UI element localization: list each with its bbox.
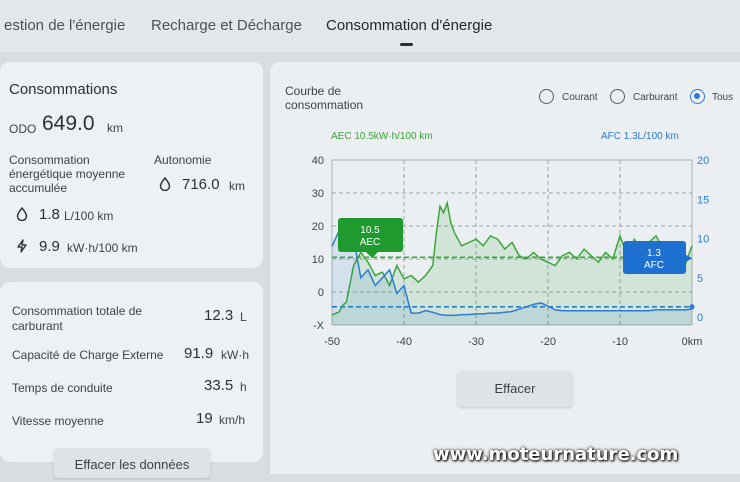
driving-time-unit: h <box>240 380 247 394</box>
driving-stats-card: Consommation totale de carburant 12.3 L … <box>0 282 263 462</box>
external-charge-unit: kW·h <box>221 348 249 362</box>
chart-title-1: Courbe de <box>285 84 342 98</box>
tab-energy-consumption[interactable]: Consommation d'énergie <box>326 17 492 34</box>
avg-speed-value: 19 <box>196 410 213 427</box>
lightning-icon <box>17 239 27 253</box>
radio-current[interactable] <box>539 89 554 104</box>
watermark-text: www.moteurnature.com <box>433 444 679 465</box>
tab-energy-management[interactable]: estion de l'énergie <box>4 17 125 34</box>
radio-fuel[interactable] <box>610 89 625 104</box>
odo-label: ODO <box>9 122 37 136</box>
avg-consumption-label-2: énergétique moyenne <box>9 167 126 181</box>
driving-time-value: 33.5 <box>204 377 234 394</box>
radio-fuel-label[interactable]: Carburant <box>633 92 677 103</box>
drop-icon <box>159 177 171 191</box>
radio-all-label[interactable]: Tous <box>712 92 733 103</box>
avg-fuel-unit: L/100 km <box>64 209 114 223</box>
driving-time-label: Temps de conduite <box>12 381 113 395</box>
external-charge-label: Capacité de Charge Externe <box>12 348 164 362</box>
odo-unit: km <box>107 121 123 135</box>
total-fuel-value: 12.3 <box>204 307 234 324</box>
avg-consumption-label-1: Consommation <box>9 153 90 167</box>
fuel-drop-icon <box>16 207 28 221</box>
clear-chart-button[interactable]: Effacer <box>457 371 573 407</box>
autonomy-unit: km <box>229 179 245 193</box>
avg-speed-unit: km/h <box>219 413 246 427</box>
chart-title-2: consommation <box>285 98 364 112</box>
radio-all[interactable] <box>690 89 705 104</box>
autonomy-label: Autonomie <box>154 153 212 167</box>
consumption-chart-card <box>270 62 740 474</box>
odo-value: 649.0 <box>42 112 95 135</box>
avg-electric-value: 9.9 <box>39 238 60 255</box>
radio-current-label[interactable]: Courant <box>562 92 598 103</box>
avg-speed-label: Vitesse moyenne <box>12 414 104 428</box>
avg-fuel-value: 1.8 <box>39 206 60 223</box>
total-fuel-unit: L <box>240 310 247 324</box>
tab-charge-discharge[interactable]: Recharge et Décharge <box>151 17 302 34</box>
total-fuel-label-1: Consommation totale de <box>12 304 143 318</box>
consumption-card: Consommations ODO 649.0 km Consommation … <box>0 62 263 268</box>
external-charge-value: 91.9 <box>184 345 214 362</box>
total-fuel-label-2: carburant <box>12 319 63 333</box>
active-tab-indicator <box>400 43 413 46</box>
avg-consumption-label-3: accumulée <box>9 181 68 195</box>
consumption-title: Consommations <box>9 81 118 98</box>
tab-bar: estion de l'énergie Recharge et Décharge… <box>0 0 740 52</box>
autonomy-value: 716.0 <box>182 176 220 193</box>
avg-electric-unit: kW·h/100 km <box>67 241 138 255</box>
